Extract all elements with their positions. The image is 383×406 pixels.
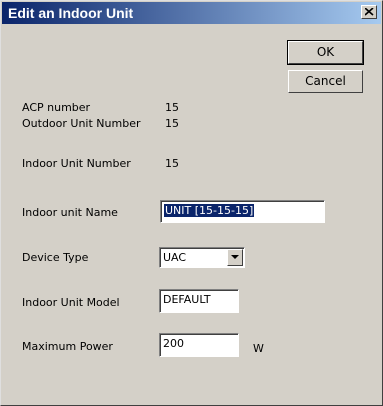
device-type-value: UAC — [163, 251, 187, 264]
maximum-power-unit: W — [253, 342, 264, 355]
device-type-select[interactable]: UAC — [159, 247, 245, 268]
acp-number-value: 15 — [165, 101, 179, 114]
close-icon — [365, 8, 374, 16]
dialog-window: Edit an Indoor Unit OK Cancel ACP number… — [0, 0, 383, 406]
indoor-unit-name-value: UNIT [15-15-15] — [164, 204, 255, 217]
cancel-button[interactable]: Cancel — [288, 70, 363, 93]
indoor-unit-model-value: DEFAULT — [163, 293, 211, 306]
indoor-unit-model-label: Indoor Unit Model — [22, 296, 120, 309]
chevron-down-icon — [231, 255, 239, 259]
indoor-unit-name-label: Indoor unit Name — [22, 206, 118, 219]
title-bar[interactable]: Edit an Indoor Unit — [2, 2, 381, 24]
dialog-title: Edit an Indoor Unit — [8, 5, 134, 21]
maximum-power-input[interactable]: 200 — [159, 333, 239, 357]
indoor-unit-number-label: Indoor Unit Number — [22, 157, 131, 170]
indoor-unit-number-value: 15 — [165, 157, 179, 170]
acp-number-label: ACP number — [22, 101, 91, 114]
outdoor-unit-number-label: Outdoor Unit Number — [22, 117, 141, 130]
ok-button[interactable]: OK — [287, 40, 364, 65]
device-type-dropdown-button[interactable] — [227, 249, 243, 266]
maximum-power-label: Maximum Power — [22, 340, 113, 353]
indoor-unit-model-input[interactable]: DEFAULT — [159, 289, 239, 313]
device-type-label: Device Type — [22, 251, 89, 264]
indoor-unit-name-input[interactable]: UNIT [15-15-15] — [160, 200, 325, 223]
outdoor-unit-number-value: 15 — [165, 117, 179, 130]
maximum-power-value: 200 — [163, 337, 184, 350]
close-button[interactable] — [361, 5, 377, 19]
